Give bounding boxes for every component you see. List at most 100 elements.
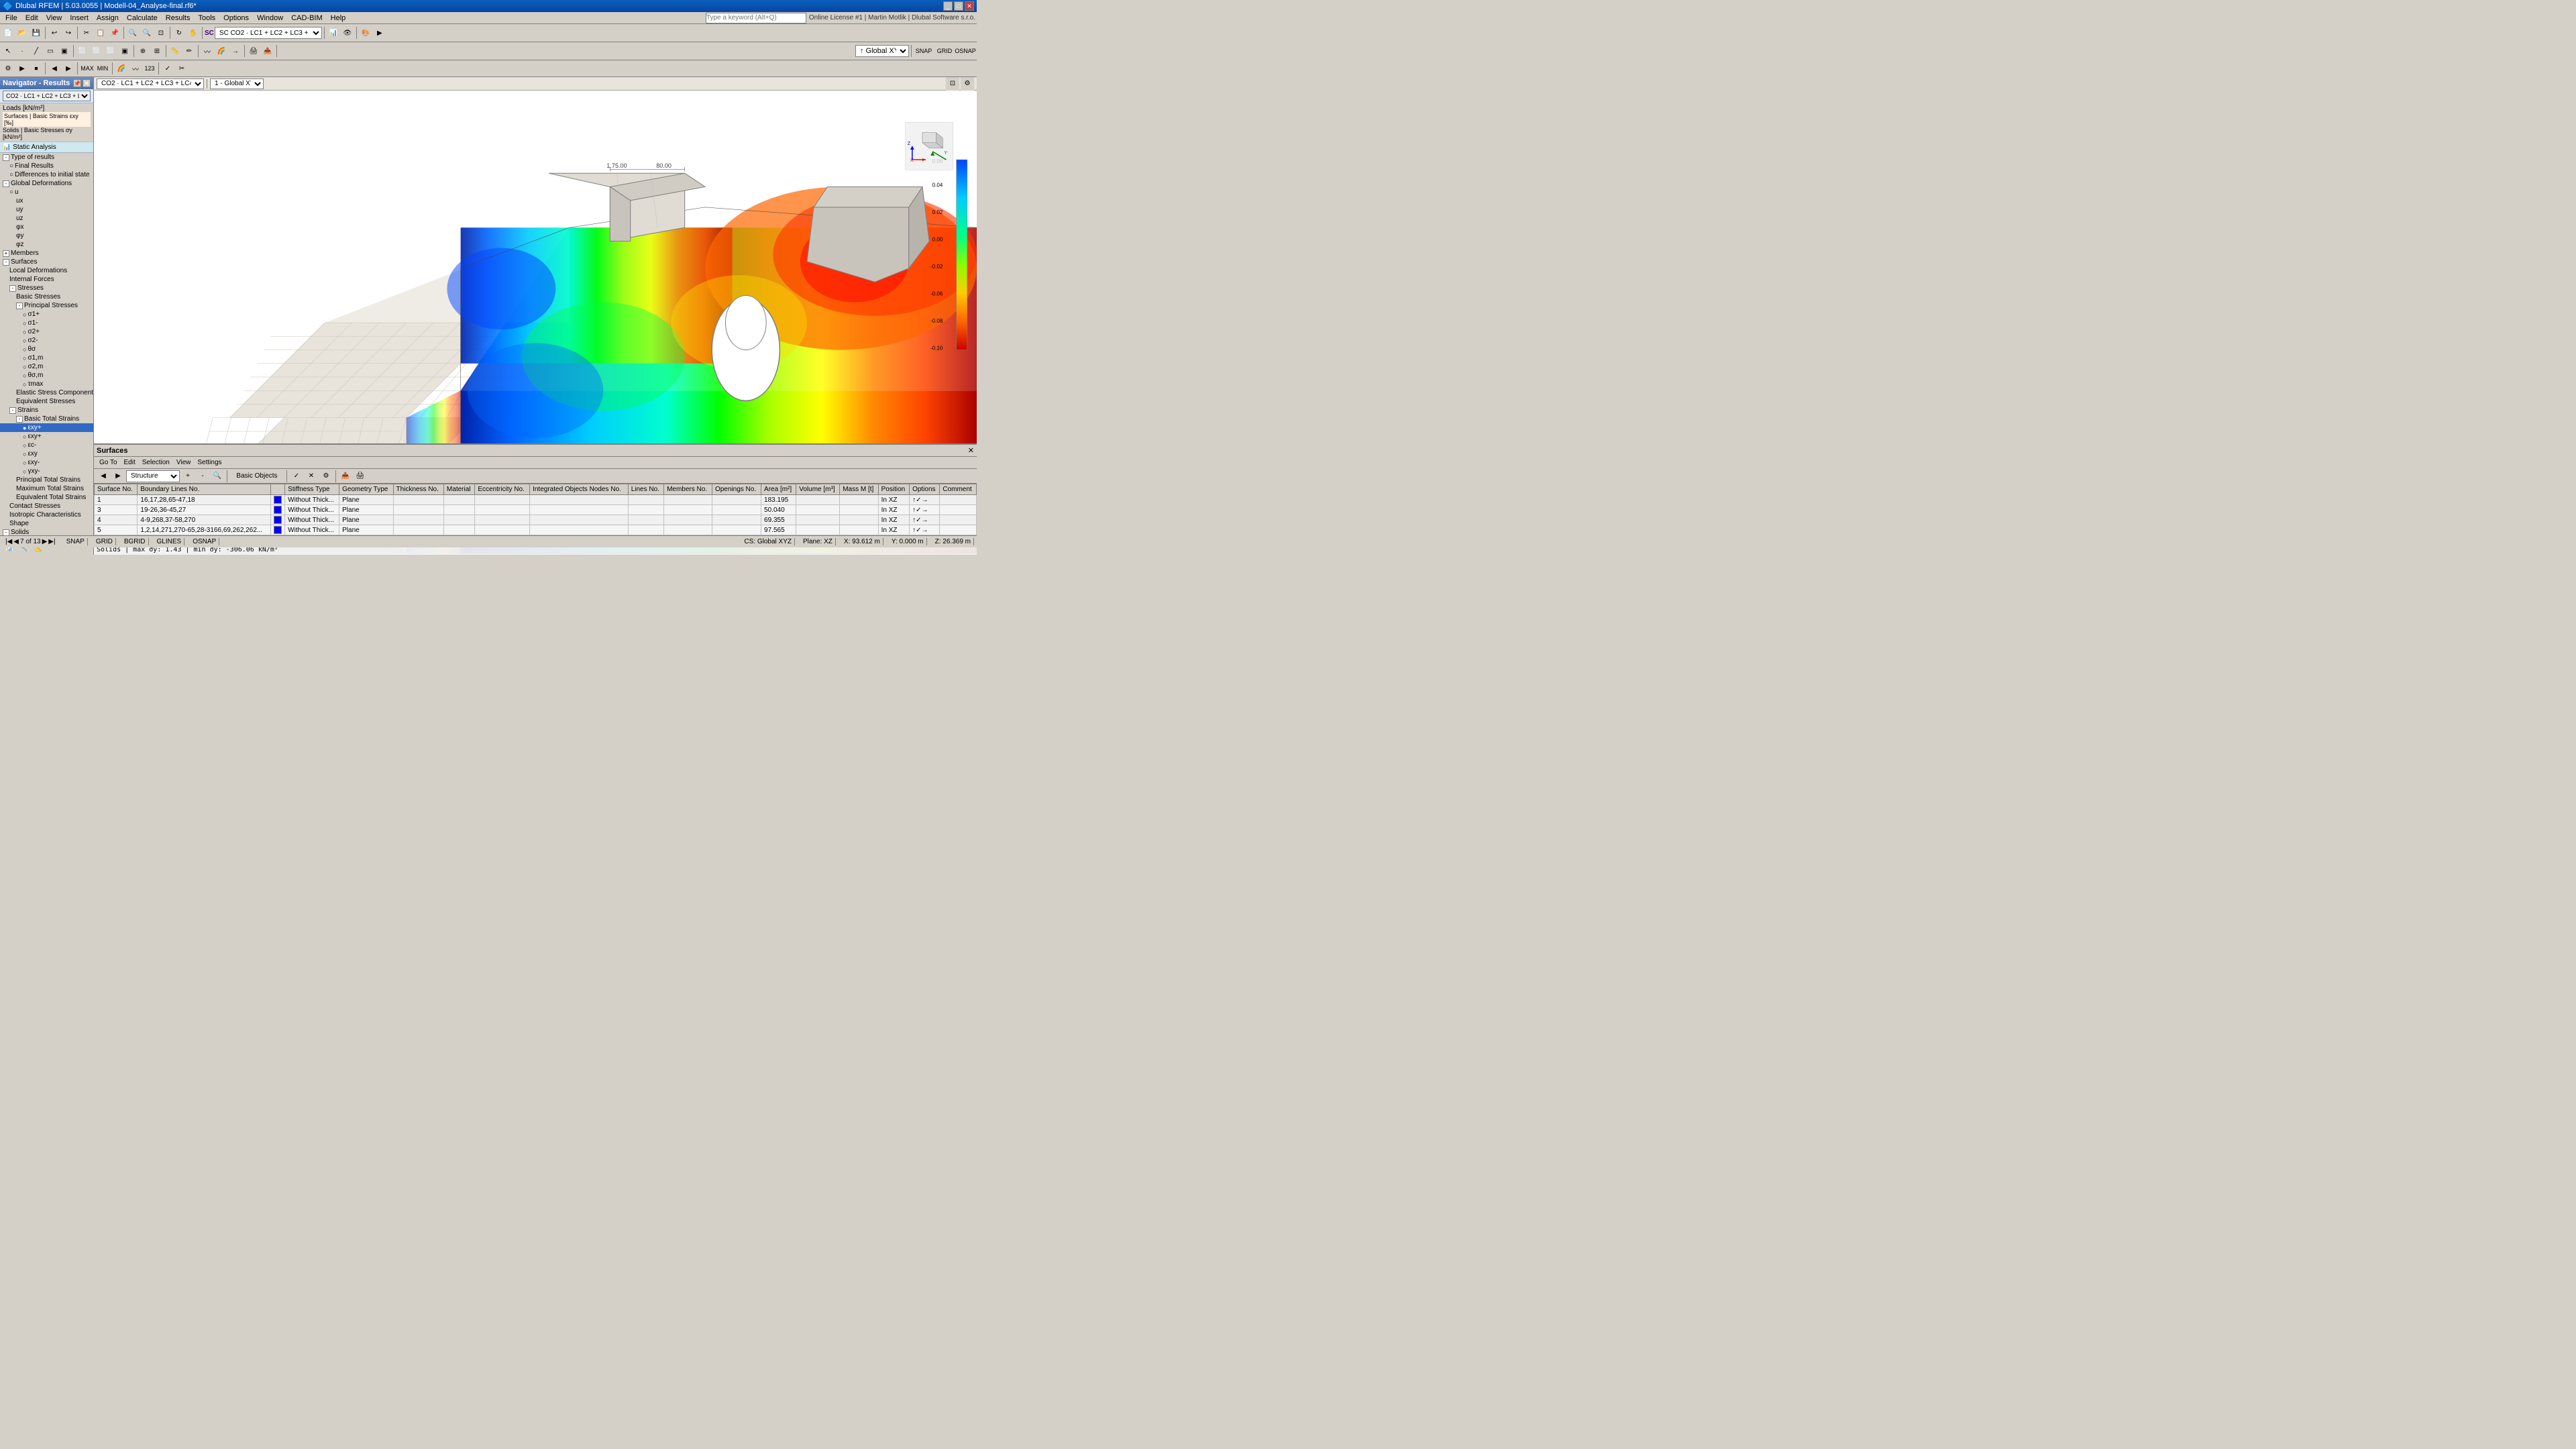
tb-annotate[interactable]: ✏	[182, 44, 196, 58]
tree-shape[interactable]: Shape	[0, 519, 93, 528]
menu-assign[interactable]: Assign	[93, 13, 123, 23]
bt-add[interactable]: +	[181, 470, 195, 483]
tb-results[interactable]: 📊	[327, 26, 340, 40]
col-options[interactable]: Options	[910, 484, 940, 495]
tb-calculate[interactable]: ⚙	[1, 62, 15, 75]
bt-table-settings[interactable]: ⚙	[319, 470, 333, 483]
menu-bottom-view[interactable]: View	[174, 459, 194, 466]
col-geometry[interactable]: Geometry Type	[339, 484, 393, 495]
tree-ux[interactable]: ux	[0, 197, 93, 205]
tb-export[interactable]: 📤	[261, 44, 274, 58]
bt-basic-objs[interactable]: Basic Objects	[230, 470, 284, 483]
snap-btn[interactable]: SNAP	[64, 538, 88, 545]
tb-zoom-out[interactable]: 🔍	[140, 26, 154, 40]
tree-exy-minus[interactable]: ○εxy-	[0, 458, 93, 467]
tree-sigma2-[interactable]: ○σ2-	[0, 336, 93, 345]
tree-equiv-stress[interactable]: Equivalent Stresses	[0, 397, 93, 406]
maximize-btn[interactable]: □	[954, 1, 963, 11]
table-row[interactable]: 3 19-26,36-45,27 Without Thick... Plane …	[95, 505, 977, 515]
bt-structure-dropdown[interactable]: Structure	[126, 470, 180, 482]
tb-contour[interactable]: 🌈	[215, 44, 228, 58]
nav-close-btn[interactable]: ✕	[83, 79, 91, 87]
menu-edit[interactable]: Edit	[21, 13, 42, 23]
bottom-panel-close-btn[interactable]: ✕	[968, 446, 974, 455]
tree-thetam[interactable]: ○θσ,m	[0, 371, 93, 380]
tree-uz[interactable]: uz	[0, 214, 93, 223]
col-eccentricity[interactable]: Eccentricity No.	[475, 484, 530, 495]
table-row[interactable]: 1 16,17,28,65-47,18 Without Thick... Pla…	[95, 495, 977, 505]
toggle-type-results[interactable]: -	[3, 154, 9, 161]
tb-section-cut[interactable]: ✂	[175, 62, 189, 75]
tree-sigma1-[interactable]: ○σ1-	[0, 319, 93, 327]
tree-surfaces[interactable]: - Surfaces	[0, 258, 93, 266]
nav-solids-strains[interactable]: Solids | Basic Stresses σy [kN/m²]	[3, 127, 91, 140]
tree-sigma1m[interactable]: ○σ1,m	[0, 354, 93, 362]
tb-grid[interactable]: ⊞	[150, 44, 164, 58]
col-openings[interactable]: Openings No.	[712, 484, 761, 495]
osnap-btn[interactable]: OSNAP	[190, 538, 219, 545]
tb-grid-toggle[interactable]: GRID	[934, 44, 955, 58]
col-stiffness[interactable]: Stiffness Type	[285, 484, 339, 495]
tb-rotate[interactable]: ↻	[172, 26, 186, 40]
tree-sigma2m[interactable]: ○σ2,m	[0, 362, 93, 371]
tb-zoom-in[interactable]: 🔍	[126, 26, 140, 40]
tb-values[interactable]: 123	[143, 62, 156, 75]
nav-surface-strains[interactable]: Surfaces | Basic Strains εxy [‰]	[3, 112, 91, 127]
bt-remove[interactable]: -	[196, 470, 209, 483]
toggle-surfaces[interactable]: -	[3, 259, 9, 266]
tree-phi-x[interactable]: φx	[0, 223, 93, 231]
toggle-global-deform[interactable]: -	[3, 180, 9, 187]
tb-redo[interactable]: ↪	[62, 26, 75, 40]
col-area[interactable]: Area [m²]	[761, 484, 796, 495]
tb-view-side[interactable]: ⬜	[104, 44, 117, 58]
tb-save[interactable]: 💾	[30, 26, 43, 40]
tb-iso-lines[interactable]: 〰	[129, 62, 142, 75]
tb-new[interactable]: 📄	[1, 26, 15, 40]
tb-deformation[interactable]: 〰	[201, 44, 214, 58]
bt-check[interactable]: ✓	[290, 470, 303, 483]
tb-paste[interactable]: 📌	[108, 26, 121, 40]
tree-members[interactable]: + Members	[0, 249, 93, 258]
bt-next[interactable]: ▶	[111, 470, 125, 483]
nav-last[interactable]: ▶|	[48, 538, 55, 545]
tb-surface[interactable]: ▭	[44, 44, 57, 58]
tree-isotropic[interactable]: Isotropic Characteristics	[0, 511, 93, 519]
col-int-members[interactable]: Members No.	[664, 484, 712, 495]
table-row[interactable]: 4 4-9,268,37-58,270 Without Thick... Pla…	[95, 515, 977, 525]
tree-exy-plus[interactable]: ●εxy+	[0, 423, 93, 432]
menu-selection[interactable]: Selection	[140, 459, 172, 466]
tree-basic-stresses[interactable]: Basic Stresses	[0, 292, 93, 301]
menu-cad-bim[interactable]: CAD-BIM	[287, 13, 326, 23]
tree-exy-plus2[interactable]: ○εxy+	[0, 432, 93, 441]
tb-snap[interactable]: ⊕	[136, 44, 150, 58]
tree-elastic-stress[interactable]: Elastic Stress Components	[0, 388, 93, 397]
tree-u[interactable]: ○u	[0, 188, 93, 197]
tb-render[interactable]: 🎨	[359, 26, 372, 40]
col-material[interactable]: Material	[443, 484, 474, 495]
col-comment[interactable]: Comment	[940, 484, 977, 495]
tb-measure[interactable]: 📏	[168, 44, 182, 58]
col-int-nodes[interactable]: Integrated Objects Nodes No.	[530, 484, 629, 495]
tb-print[interactable]: 🖨	[247, 44, 260, 58]
tb-max-val[interactable]: MAX	[80, 62, 95, 75]
toggle-stresses[interactable]: -	[9, 285, 16, 292]
bt-cross[interactable]: ✕	[305, 470, 318, 483]
tb-stop[interactable]: ⏹	[30, 62, 43, 75]
tb-cut[interactable]: ✂	[80, 26, 93, 40]
toggle-members[interactable]: +	[3, 250, 9, 257]
col-color[interactable]	[271, 484, 285, 495]
static-analysis-tab[interactable]: 📊 Static Analysis	[0, 142, 93, 153]
tb-min-val[interactable]: MIN	[95, 62, 110, 75]
tree-uy[interactable]: uy	[0, 205, 93, 214]
grid-btn[interactable]: GRID	[93, 538, 116, 545]
nav-prev[interactable]: ◀	[13, 538, 19, 545]
tree-local-deform[interactable]: Local Deformations	[0, 266, 93, 275]
toggle-solids[interactable]: -	[3, 529, 9, 536]
menu-results[interactable]: Results	[162, 13, 195, 23]
menu-help[interactable]: Help	[327, 13, 350, 23]
nav-pin-btn[interactable]: 📌	[73, 79, 81, 87]
tree-basic-total-strains[interactable]: - Basic Total Strains	[0, 415, 93, 423]
tree-contact-stress[interactable]: Contact Stresses	[0, 502, 93, 511]
menu-calculate[interactable]: Calculate	[123, 13, 162, 23]
minimize-btn[interactable]: _	[943, 1, 953, 11]
